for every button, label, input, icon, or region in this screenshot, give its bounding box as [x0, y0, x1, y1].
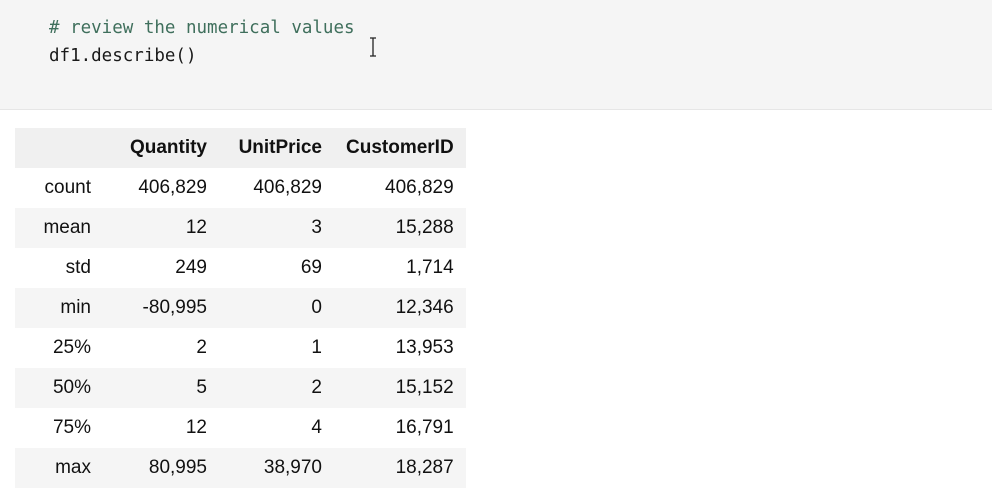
row-label: min — [15, 288, 105, 328]
table-header-row: Quantity UnitPrice CustomerID — [15, 128, 466, 168]
table-row: mean 12 3 15,288 — [15, 208, 466, 248]
column-header-index — [15, 128, 105, 168]
row-label: 75% — [15, 408, 105, 448]
table-cell: 2 — [105, 328, 219, 368]
table-cell: 249 — [105, 248, 219, 288]
table-row: 50% 5 2 15,152 — [15, 368, 466, 408]
table-cell: 80,995 — [105, 448, 219, 488]
table-row: min -80,995 0 12,346 — [15, 288, 466, 328]
text-cursor-icon — [370, 37, 376, 57]
table-cell: -80,995 — [105, 288, 219, 328]
table-cell: 4 — [219, 408, 334, 448]
row-label: 50% — [15, 368, 105, 408]
table-cell: 0 — [219, 288, 334, 328]
table-cell: 5 — [105, 368, 219, 408]
column-header-quantity: Quantity — [105, 128, 219, 168]
row-label: std — [15, 248, 105, 288]
column-header-unitprice: UnitPrice — [219, 128, 334, 168]
table-cell: 406,829 — [334, 168, 466, 208]
table-cell: 15,288 — [334, 208, 466, 248]
table-row: count 406,829 406,829 406,829 — [15, 168, 466, 208]
row-label: count — [15, 168, 105, 208]
table-cell: 1 — [219, 328, 334, 368]
table-cell: 12 — [105, 208, 219, 248]
table-row: 75% 12 4 16,791 — [15, 408, 466, 448]
table-row: 25% 2 1 13,953 — [15, 328, 466, 368]
code-comment[interactable]: # review the numerical values — [49, 17, 355, 39]
code-cell[interactable]: # review the numerical values df1.descri… — [0, 0, 992, 110]
column-header-customerid: CustomerID — [334, 128, 466, 168]
row-label: mean — [15, 208, 105, 248]
row-label: 25% — [15, 328, 105, 368]
table-cell: 12,346 — [334, 288, 466, 328]
row-label: max — [15, 448, 105, 488]
code-statement[interactable]: df1.describe() — [49, 45, 197, 67]
table-cell: 406,829 — [105, 168, 219, 208]
table-row: std 249 69 1,714 — [15, 248, 466, 288]
table-cell: 15,152 — [334, 368, 466, 408]
table-cell: 18,287 — [334, 448, 466, 488]
table-cell: 12 — [105, 408, 219, 448]
table-cell: 2 — [219, 368, 334, 408]
table-cell: 38,970 — [219, 448, 334, 488]
table-cell: 1,714 — [334, 248, 466, 288]
table-cell: 13,953 — [334, 328, 466, 368]
table-cell: 69 — [219, 248, 334, 288]
describe-output-table: Quantity UnitPrice CustomerID count 406,… — [15, 128, 466, 488]
output-area: Quantity UnitPrice CustomerID count 406,… — [15, 128, 466, 488]
table-cell: 406,829 — [219, 168, 334, 208]
table-cell: 16,791 — [334, 408, 466, 448]
table-row: max 80,995 38,970 18,287 — [15, 448, 466, 488]
table-cell: 3 — [219, 208, 334, 248]
